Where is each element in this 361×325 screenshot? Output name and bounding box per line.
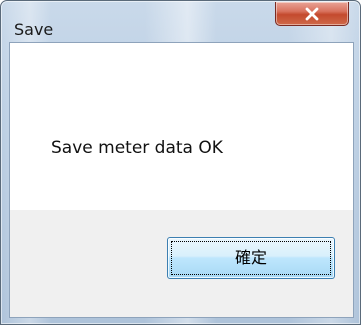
window-title: Save <box>14 20 54 39</box>
button-area: 確定 <box>10 210 353 317</box>
ok-button-label: 確定 <box>234 248 267 267</box>
dialog-content: Save meter data OK 確定 <box>9 42 354 318</box>
close-x-icon <box>305 7 319 20</box>
message-text: Save meter data OK <box>51 138 223 158</box>
title-bar[interactable]: Save <box>1 1 360 41</box>
ok-button[interactable]: 確定 <box>167 237 335 279</box>
close-button[interactable] <box>275 2 349 26</box>
dialog-window: Save Save meter data OK 確定 <box>0 0 361 325</box>
